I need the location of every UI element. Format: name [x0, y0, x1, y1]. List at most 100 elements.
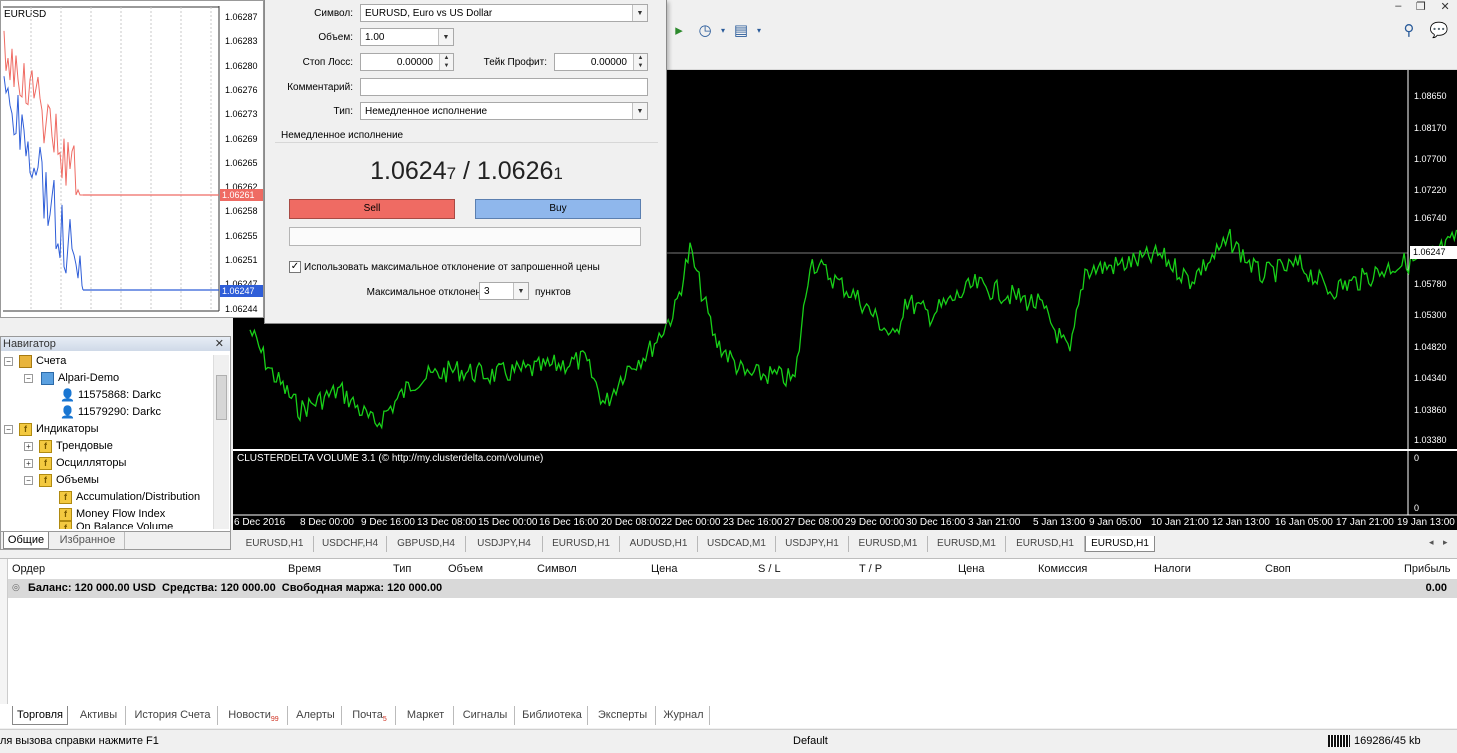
- bid-quote-pip: 7: [446, 164, 457, 183]
- close-icon[interactable]: ✕: [1440, 0, 1449, 16]
- comment-input[interactable]: [360, 78, 648, 96]
- symbol-select[interactable]: EURUSD, Euro vs US Dollar ▼: [360, 4, 648, 22]
- chart-tab[interactable]: USDJPY,H1: [776, 536, 849, 552]
- buy-button[interactable]: Buy: [475, 199, 641, 219]
- chart-tab[interactable]: EURUSD,M1: [928, 536, 1006, 552]
- chart-tab[interactable]: GBPUSD,H4: [387, 536, 466, 552]
- column-header[interactable]: Объем: [448, 563, 483, 575]
- scroll-thumb[interactable]: [216, 375, 227, 420]
- terminal-tab-label: Новости: [228, 709, 271, 721]
- terminal-tab[interactable]: Торговля: [12, 706, 68, 725]
- terminal-tab[interactable]: Активы: [72, 706, 126, 725]
- take-profit-spinner[interactable]: ▲ ▼: [633, 54, 647, 70]
- terminal-tab[interactable]: Новости99: [220, 706, 288, 725]
- nav-oscillators[interactable]: f Осцилляторы: [39, 455, 126, 471]
- column-header[interactable]: Время: [288, 563, 321, 575]
- time-axis-label: 30 Dec 16:00: [906, 517, 966, 528]
- bid-quote: 1.0624: [370, 157, 447, 185]
- chart-tab[interactable]: USDJPY,H4: [466, 536, 543, 552]
- time-axis-label: 27 Dec 08:00: [784, 517, 844, 528]
- tab-right-arrow[interactable]: ▸: [1443, 537, 1448, 548]
- nav-obv[interactable]: f On Balance Volume: [59, 521, 173, 529]
- nav-trend[interactable]: f Трендовые: [39, 438, 113, 454]
- expand-accounts-icon[interactable]: −: [4, 357, 13, 366]
- terminal-tab[interactable]: Журнал: [658, 706, 710, 725]
- chart-tab[interactable]: EURUSD,M1: [849, 536, 928, 552]
- play-icon[interactable]: ▸: [668, 20, 690, 40]
- nav-ad[interactable]: f Accumulation/Distribution: [59, 489, 200, 505]
- chart-tab[interactable]: USDCHF,H4: [314, 536, 387, 552]
- chart-tab[interactable]: EURUSD,H1: [1006, 536, 1085, 552]
- navigator-close-icon[interactable]: ✕: [215, 337, 224, 351]
- volume-select[interactable]: 1.00 ▼: [360, 28, 454, 46]
- column-header[interactable]: Своп: [1265, 563, 1291, 575]
- column-header[interactable]: Налоги: [1154, 563, 1191, 575]
- chart-tab[interactable]: USDCAD,M1: [698, 536, 776, 552]
- nav-mfi[interactable]: f Money Flow Index: [59, 506, 165, 522]
- deviation-select[interactable]: 3 ▼: [479, 282, 529, 300]
- search-icon[interactable]: ⚲: [1398, 20, 1420, 40]
- order-type-select[interactable]: Немедленное исполнение ▼: [360, 102, 648, 120]
- column-header[interactable]: T / P: [859, 563, 882, 575]
- terminal-tab[interactable]: Сигналы: [456, 706, 515, 725]
- stop-loss-input[interactable]: 0.00000 ▲ ▼: [360, 53, 454, 71]
- deviation-checkbox[interactable]: ✓: [289, 261, 301, 273]
- expand-indicators-icon[interactable]: −: [4, 425, 13, 434]
- tab-left-arrow[interactable]: ◂: [1429, 537, 1434, 548]
- column-header[interactable]: Цена: [651, 563, 677, 575]
- nav-accounts[interactable]: Счета: [19, 353, 66, 369]
- chart-tab[interactable]: AUDUSD,H1: [620, 536, 698, 552]
- stop-loss-spinner[interactable]: ▲ ▼: [439, 54, 453, 70]
- column-header[interactable]: Комиссия: [1038, 563, 1087, 575]
- template-dropdown-icon[interactable]: ▾: [748, 20, 770, 40]
- status-bar: ля вызова справки нажмите F1 Default 169…: [0, 729, 1457, 753]
- mini-price-label: 1.06244: [225, 303, 258, 314]
- terminal-tab[interactable]: Библиотека: [517, 706, 588, 725]
- minimize-icon[interactable]: –: [1395, 0, 1401, 16]
- terminal-tab-label: Сигналы: [462, 709, 508, 721]
- time-axis-label: 23 Dec 16:00: [723, 517, 783, 528]
- expand-trend-icon[interactable]: +: [24, 442, 33, 451]
- nav-account-1[interactable]: 👤 11575868: Darkc: [60, 387, 161, 403]
- chat-icon[interactable]: 💬: [1428, 20, 1450, 40]
- nav-indicators[interactable]: f Индикаторы: [19, 421, 99, 437]
- user-icon: 👤: [60, 405, 75, 419]
- take-profit-input[interactable]: 0.00000 ▲ ▼: [554, 53, 648, 71]
- time-axis-label: 8 Dec 00:00: [300, 517, 354, 528]
- column-header[interactable]: Символ: [537, 563, 577, 575]
- nav-account-2[interactable]: 👤 11579290: Darkc: [60, 404, 161, 420]
- expand-server-icon[interactable]: −: [24, 374, 33, 383]
- restore-icon[interactable]: ❐: [1416, 0, 1426, 16]
- terminal-tab[interactable]: Эксперты: [590, 706, 656, 725]
- column-header[interactable]: Цена: [958, 563, 984, 575]
- column-header[interactable]: Прибыль: [1404, 563, 1451, 575]
- symbol-dropdown-icon[interactable]: ▼: [632, 5, 647, 21]
- nav-server[interactable]: Alpari-Demo: [41, 370, 119, 386]
- balance-text: Баланс: 120 000.00 USD Средства: 120 000…: [28, 582, 443, 594]
- sell-button[interactable]: Sell: [289, 199, 455, 219]
- volume-dropdown-icon[interactable]: ▼: [438, 29, 453, 45]
- deviation-dropdown-icon[interactable]: ▼: [513, 283, 528, 299]
- nav-volumes[interactable]: f Объемы: [39, 472, 99, 488]
- function-icon: f: [39, 439, 52, 453]
- terminal-tab[interactable]: История Счета: [128, 706, 218, 725]
- column-header[interactable]: Тип: [393, 563, 411, 575]
- tab-favorites[interactable]: Избранное: [51, 532, 125, 549]
- chart-tab[interactable]: EURUSD,H1: [1085, 536, 1155, 552]
- column-header[interactable]: Ордер: [12, 563, 45, 575]
- order-type-dropdown-icon[interactable]: ▼: [632, 103, 647, 119]
- function-icon: f: [59, 490, 72, 504]
- chart-tab[interactable]: EURUSD,H1: [543, 536, 620, 552]
- column-header[interactable]: S / L: [758, 563, 781, 575]
- terminal-tab[interactable]: Алерты: [290, 706, 342, 725]
- terminal-tab[interactable]: Маркет: [398, 706, 454, 725]
- expand-volumes-icon[interactable]: −: [24, 476, 33, 485]
- ask-quote: 1.0626: [476, 157, 554, 185]
- expand-oscillators-icon[interactable]: +: [24, 459, 33, 468]
- time-axis-label: 12 Jan 13:00: [1212, 517, 1270, 528]
- tab-common[interactable]: Общие: [3, 532, 49, 549]
- terminal-tab[interactable]: Почта5: [344, 706, 396, 725]
- navigator-scrollbar[interactable]: [213, 355, 229, 529]
- chart-tab[interactable]: EURUSD,H1: [236, 536, 314, 552]
- time-axis-label: 22 Dec 00:00: [661, 517, 721, 528]
